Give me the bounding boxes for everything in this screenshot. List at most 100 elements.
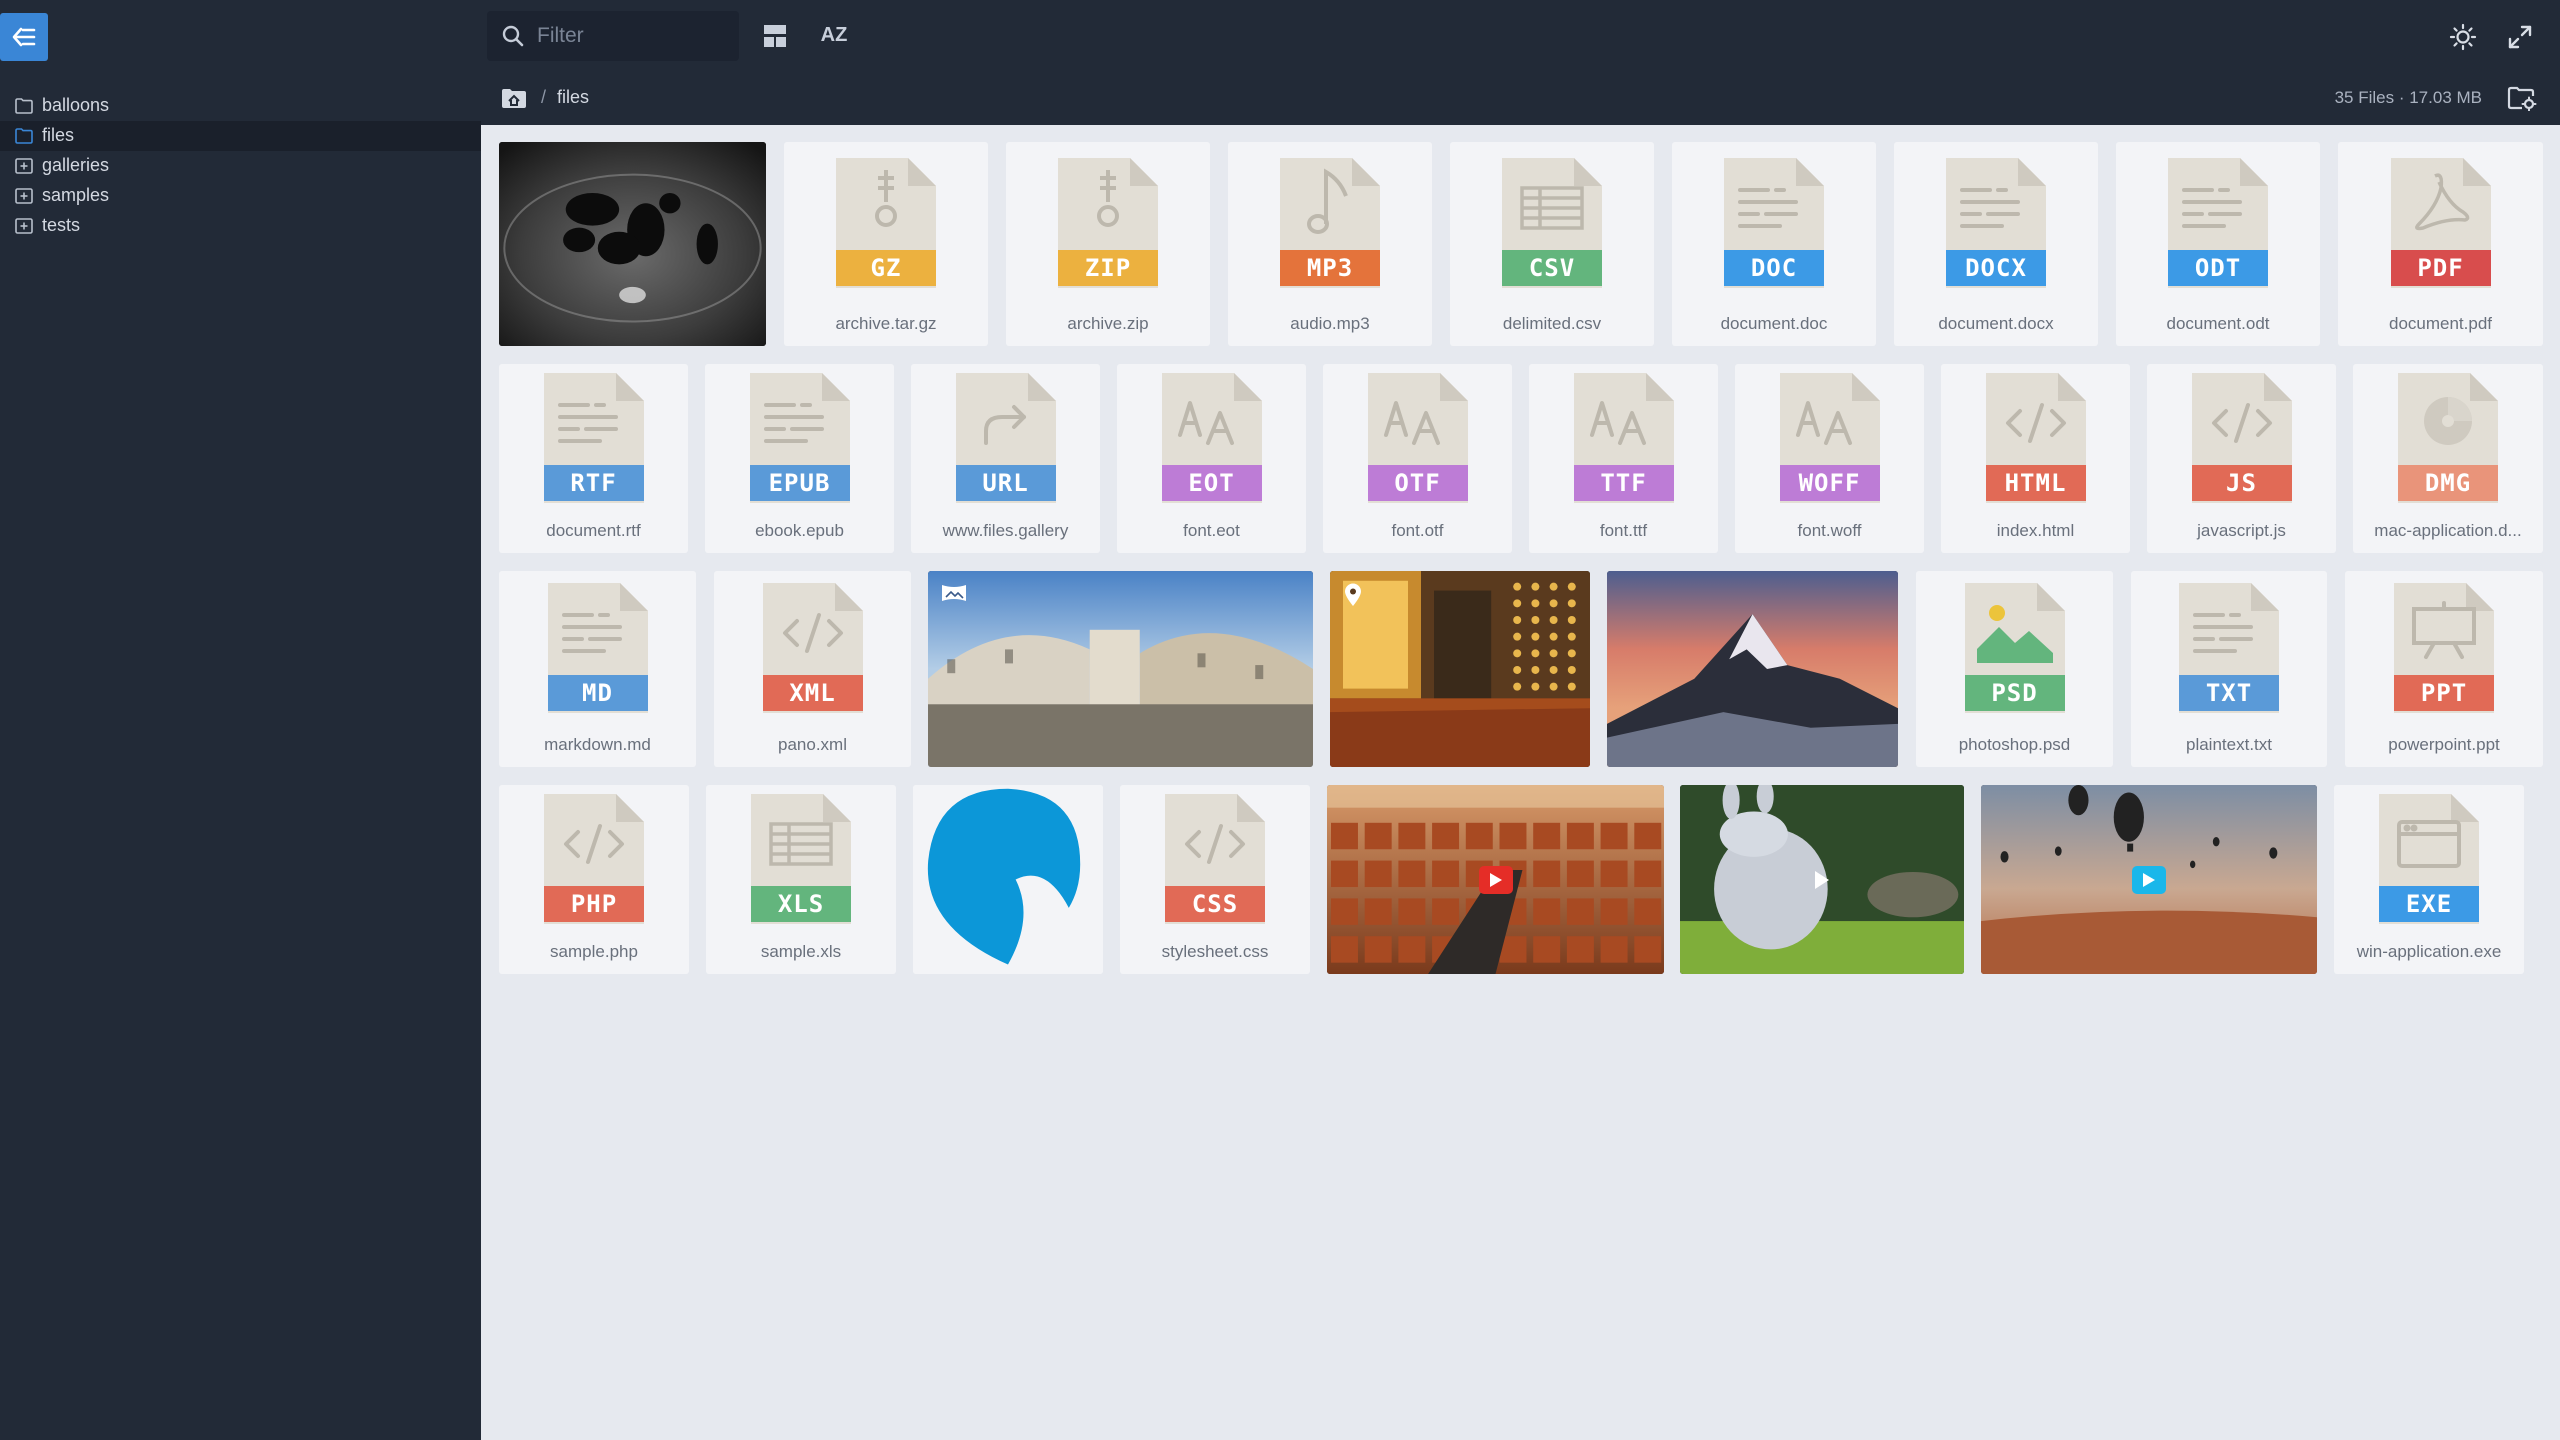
file-type-badge: TXT [2179,675,2279,711]
sidebar-item-tests[interactable]: tests [0,211,481,241]
breadcrumb-current[interactable]: files [557,87,589,108]
file-tile[interactable]: PHP sample.php [499,785,689,974]
file-type-badge: CSV [1502,250,1602,286]
panorama-icon [942,585,966,601]
file-tile[interactable]: MD markdown.md [499,571,696,767]
map-pin-icon [1345,583,1361,606]
file-tile[interactable]: CSV delimited.csv [1450,142,1654,346]
breadcrumb: / files 35 Files · 17.03 MB [481,72,2560,125]
file-type-badge: MD [547,675,648,711]
sidebar-item-galleries[interactable]: galleries [0,151,481,181]
file-tile[interactable]: JS javascript.js [2147,364,2336,553]
file-name: document.docx [1938,314,2054,333]
file-name: font.ttf [1599,521,1648,540]
file-name: mac-application.d... [2374,521,2522,540]
file-type-badge: DOCX [1946,250,2046,286]
theme-icon [2449,23,2477,51]
file-name: document.odt [2166,314,2270,333]
folder-file-info: 35 Files · 17.03 MB [2334,88,2482,107]
youtube-play-icon[interactable] [1478,865,1513,894]
filter-input[interactable] [537,11,727,61]
file-type-badge: XLS [751,886,851,922]
file-tile[interactable]: XML pano.xml [714,571,911,767]
file-name: ebook.epub [755,521,844,540]
folder-settings-icon[interactable] [2507,85,2537,111]
file-tile[interactable]: XLS sample.xls [706,785,896,974]
layout-icon [764,25,786,47]
file-type-badge: DMG [2398,465,2498,501]
file-tile[interactable]: DMG mac-application.d... [2353,364,2543,553]
sidebar: balloons files galleries samples tests [0,72,481,1440]
file-name: sample.php [550,942,638,961]
file-tile[interactable]: DOCX document.docx [1894,142,2098,346]
file-name: index.html [1996,521,2075,540]
file-tile[interactable]: ODT document.odt [2116,142,2320,346]
file-tile[interactable]: ZIP archive.zip [1006,142,1210,346]
folder-plus-icon [15,218,33,234]
fullscreen-button[interactable] [2503,20,2537,54]
layout-button[interactable] [760,22,790,50]
file-type-badge: ODT [2168,250,2268,286]
vimeo-play-icon[interactable] [2132,865,2166,894]
sidebar-item-label: balloons [42,95,110,115]
search-icon [502,25,524,47]
video-thumbnail[interactable] [1327,785,1664,974]
top-bar: AZ [0,0,2560,72]
theme-toggle-button[interactable] [2446,20,2480,54]
sort-button[interactable]: AZ [816,20,852,50]
file-tile[interactable]: PDF document.pdf [2338,142,2543,346]
file-name: delimited.csv [1502,314,1602,333]
file-type-badge: MP3 [1280,250,1380,286]
file-type-badge: PHP [544,886,644,922]
file-tile[interactable]: TXT plaintext.txt [2131,571,2327,767]
image-thumbnail[interactable] [1607,571,1898,767]
video-thumbnail[interactable] [1981,785,2317,974]
video-thumbnail[interactable] [1680,785,1964,974]
file-type-badge: EPUB [749,465,850,501]
file-tile[interactable]: PSD photoshop.psd [1916,571,2113,767]
file-tile[interactable]: PPT powerpoint.ppt [2345,571,2543,767]
folder-icon [15,128,33,144]
sidebar-item-label: tests [42,215,81,235]
file-tile[interactable]: GZ archive.tar.gz [784,142,988,346]
file-name: stylesheet.css [1161,942,1269,961]
file-tile[interactable]: CSS stylesheet.css [1120,785,1310,974]
file-type-badge: GZ [836,250,936,286]
file-name: javascript.js [2197,521,2286,540]
file-tile[interactable]: WOFF font.woff [1735,364,1924,553]
file-tile[interactable]: OTF font.otf [1323,364,1512,553]
file-type-badge: XML [762,675,863,711]
image-thumbnail[interactable] [913,785,1103,974]
file-tile[interactable]: MP3 audio.mp3 [1228,142,1432,346]
file-name: audio.mp3 [1290,314,1370,333]
file-type-badge: DOC [1724,250,1824,286]
sort-icon: AZ [820,23,848,46]
home-icon[interactable] [501,87,527,109]
play-icon[interactable] [1814,870,1830,890]
image-thumbnail[interactable] [928,571,1313,767]
file-tile[interactable]: DOC document.doc [1672,142,1876,346]
image-thumbnail[interactable] [1330,571,1590,767]
sidebar-toggle-button[interactable] [0,13,48,61]
file-tile[interactable]: RTF document.rtf [499,364,688,553]
file-tile[interactable]: EXE win-application.exe [2334,785,2524,974]
file-name: document.pdf [2388,314,2492,333]
folder-icon [15,98,33,114]
file-name: powerpoint.ppt [2388,735,2500,754]
file-tile[interactable]: URL www.files.gallery [911,364,1100,553]
file-type-badge: WOFF [1779,465,1880,501]
file-tile[interactable]: TTF font.ttf [1529,364,1718,553]
file-tile[interactable]: EOT font.eot [1117,364,1306,553]
file-name: document.doc [1720,314,1828,333]
sidebar-item-balloons[interactable]: balloons [0,91,481,121]
sidebar-item-label: samples [42,185,110,205]
fullscreen-icon [2508,25,2532,49]
sidebar-item-samples[interactable]: samples [0,181,481,211]
file-tile[interactable]: HTML index.html [1941,364,2130,553]
folder-plus-icon [15,188,33,204]
file-tile[interactable]: EPUB ebook.epub [705,364,894,553]
image-thumbnail[interactable] [499,142,766,346]
sidebar-item-files[interactable]: files [0,121,481,151]
file-type-badge: PPT [2394,675,2494,711]
file-name: document.rtf [546,521,641,540]
